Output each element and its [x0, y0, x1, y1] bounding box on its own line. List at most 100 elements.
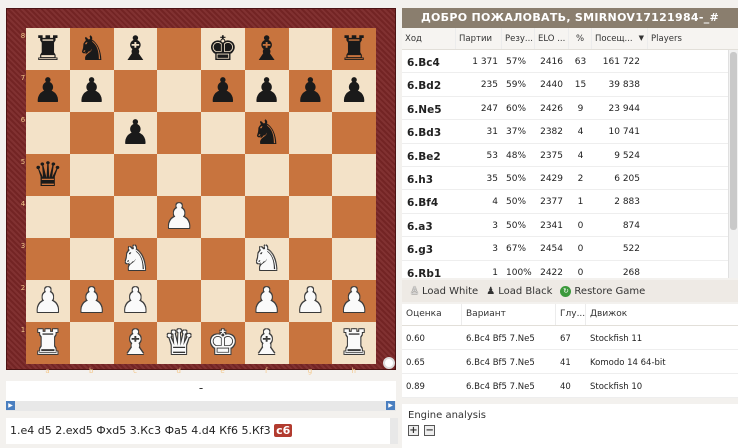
square-g8[interactable]: [288, 28, 333, 70]
square-d5[interactable]: [157, 154, 201, 196]
square-b6[interactable]: [69, 112, 114, 154]
white-pawn-icon[interactable]: ♟: [339, 284, 369, 318]
square-f4[interactable]: [244, 196, 289, 238]
square-g5[interactable]: [288, 154, 333, 196]
chess-board[interactable]: ♜ ♞ ♝ ♚ ♝ ♜ ♟ ♟ ♟ ♟ ♟ ♟ ♟ ♞ ♛ ♟ ♞ ♞ ♟ ♟ ♟ ♟ ♟ ♟ ♜ ♝ ♛ ♚ ♝ ♜: [26, 28, 376, 364]
scroll-right-icon[interactable]: ▶: [386, 401, 395, 410]
square-c1[interactable]: ♝: [113, 322, 158, 364]
notation-hscroll[interactable]: [6, 401, 396, 411]
square-e2[interactable]: [201, 280, 245, 322]
black-pawn-icon[interactable]: ♟: [295, 74, 325, 108]
black-bishop-icon[interactable]: ♝: [120, 32, 150, 66]
square-a1[interactable]: ♜: [26, 322, 70, 364]
table-row[interactable]: 6.Ne5 247 60% 2426 9 23 944: [402, 97, 738, 121]
square-d7[interactable]: [157, 70, 201, 112]
square-g4[interactable]: [288, 196, 333, 238]
col-move[interactable]: Ход: [402, 28, 456, 49]
sort-desc-icon[interactable]: ▼: [639, 34, 644, 49]
table-row[interactable]: 6.Rb1 1 100% 2422 0 268: [402, 261, 738, 278]
white-pawn-icon[interactable]: ♟: [251, 284, 281, 318]
square-f6[interactable]: ♞: [244, 112, 289, 154]
square-d4[interactable]: ♟: [157, 196, 201, 238]
scroll-left-icon[interactable]: ▶: [6, 401, 15, 410]
square-d3[interactable]: [157, 238, 201, 280]
square-d8[interactable]: [157, 28, 201, 70]
square-f8[interactable]: ♝: [244, 28, 289, 70]
cell-move[interactable]: 6.Ne5: [402, 97, 456, 119]
col-result[interactable]: Резу...: [502, 28, 535, 49]
move-notation[interactable]: 1.e4 d5 2.exd5 Фxd5 3.Кc3 Фa5 4.d4 Кf6 5…: [6, 418, 390, 444]
square-g7[interactable]: ♟: [288, 70, 333, 112]
table-row[interactable]: 6.Be2 53 48% 2375 4 9 524: [402, 144, 738, 167]
engine-row[interactable]: 0.65 6.Bc4 Bf5 7.Ne5 41 Komodo 14 64-bit: [402, 350, 738, 374]
table-row[interactable]: 6.a3 3 50% 2341 0 874: [402, 214, 738, 238]
square-b7[interactable]: ♟: [69, 70, 114, 112]
square-b1[interactable]: [69, 322, 114, 364]
square-b2[interactable]: ♟: [69, 280, 114, 322]
col-elo[interactable]: ELO ...: [535, 28, 569, 49]
white-pawn-icon[interactable]: ♟: [120, 284, 150, 318]
remove-engine-button[interactable]: −: [424, 425, 436, 436]
square-h4[interactable]: [332, 196, 376, 238]
notation-vscroll[interactable]: [390, 418, 398, 444]
square-b3[interactable]: [69, 238, 114, 280]
load-black-button[interactable]: ♟ Load Black: [486, 286, 552, 297]
square-a2[interactable]: ♟: [26, 280, 70, 322]
black-rook-icon[interactable]: ♜: [33, 32, 63, 66]
cell-move[interactable]: 6.Bd3: [402, 120, 456, 142]
white-knight-icon[interactable]: ♞: [120, 242, 150, 276]
table-row[interactable]: 6.Bf4 4 50% 2377 1 2 883: [402, 190, 738, 214]
current-move[interactable]: c6: [274, 424, 293, 437]
table-row[interactable]: 6.Bd2 235 59% 2440 15 39 838: [402, 73, 738, 97]
square-f3[interactable]: ♞: [244, 238, 289, 280]
add-engine-button[interactable]: +: [408, 425, 419, 436]
square-f2[interactable]: ♟: [244, 280, 289, 322]
square-c4[interactable]: [113, 196, 158, 238]
square-h1[interactable]: ♜: [332, 322, 376, 364]
engine-row[interactable]: 0.89 6.Bc4 Bf5 7.Ne5 40 Stockfish 10: [402, 374, 738, 398]
square-c6[interactable]: ♟: [113, 112, 158, 154]
col-games[interactable]: Партии: [456, 28, 502, 49]
square-c5[interactable]: [113, 154, 158, 196]
square-h6[interactable]: [332, 112, 376, 154]
black-pawn-icon[interactable]: ♟: [33, 74, 63, 108]
square-g2[interactable]: ♟: [288, 280, 333, 322]
table-row[interactable]: 6.h3 35 50% 2429 2 6 205: [402, 167, 738, 191]
black-pawn-icon[interactable]: ♟: [339, 74, 369, 108]
square-h5[interactable]: [332, 154, 376, 196]
square-c3[interactable]: ♞: [113, 238, 158, 280]
notation-moves[interactable]: 1.e4 d5 2.exd5 Фxd5 3.Кc3 Фa5 4.d4 Кf6 5…: [10, 424, 271, 437]
white-king-icon[interactable]: ♚: [208, 326, 238, 360]
col-percent[interactable]: %: [569, 28, 592, 49]
square-f7[interactable]: ♟: [244, 70, 289, 112]
black-knight-icon[interactable]: ♞: [251, 116, 281, 150]
square-d6[interactable]: [157, 112, 201, 154]
square-f1[interactable]: ♝: [244, 322, 289, 364]
cell-move[interactable]: 6.Bc4: [402, 50, 456, 72]
cell-move[interactable]: 6.g3: [402, 237, 456, 259]
white-rook-icon[interactable]: ♜: [33, 326, 63, 360]
square-g3[interactable]: [288, 238, 333, 280]
square-h3[interactable]: [332, 238, 376, 280]
black-pawn-icon[interactable]: ♟: [208, 74, 238, 108]
black-pawn-icon[interactable]: ♟: [251, 74, 281, 108]
white-bishop-icon[interactable]: ♝: [251, 326, 281, 360]
restore-game-button[interactable]: ↻ Restore Game: [560, 285, 645, 297]
cell-move[interactable]: 6.h3: [402, 167, 456, 189]
square-e7[interactable]: ♟: [201, 70, 245, 112]
load-white-button[interactable]: ♙ Load White: [410, 286, 478, 297]
square-e8[interactable]: ♚: [201, 28, 245, 70]
square-e3[interactable]: [201, 238, 245, 280]
engine-row[interactable]: 0.60 6.Bc4 Bf5 7.Ne5 67 Stockfish 11: [402, 326, 738, 350]
square-a6[interactable]: [26, 112, 70, 154]
black-pawn-icon[interactable]: ♟: [120, 116, 150, 150]
white-knight-icon[interactable]: ♞: [251, 242, 281, 276]
col-depth[interactable]: Глу...: [556, 304, 586, 325]
square-c7[interactable]: [113, 70, 158, 112]
white-pawn-icon[interactable]: ♟: [76, 284, 106, 318]
black-bishop-icon[interactable]: ♝: [251, 32, 281, 66]
white-queen-icon[interactable]: ♛: [164, 326, 194, 360]
square-a5[interactable]: ♛: [26, 154, 70, 196]
square-c2[interactable]: ♟: [113, 280, 158, 322]
square-e5[interactable]: [201, 154, 245, 196]
